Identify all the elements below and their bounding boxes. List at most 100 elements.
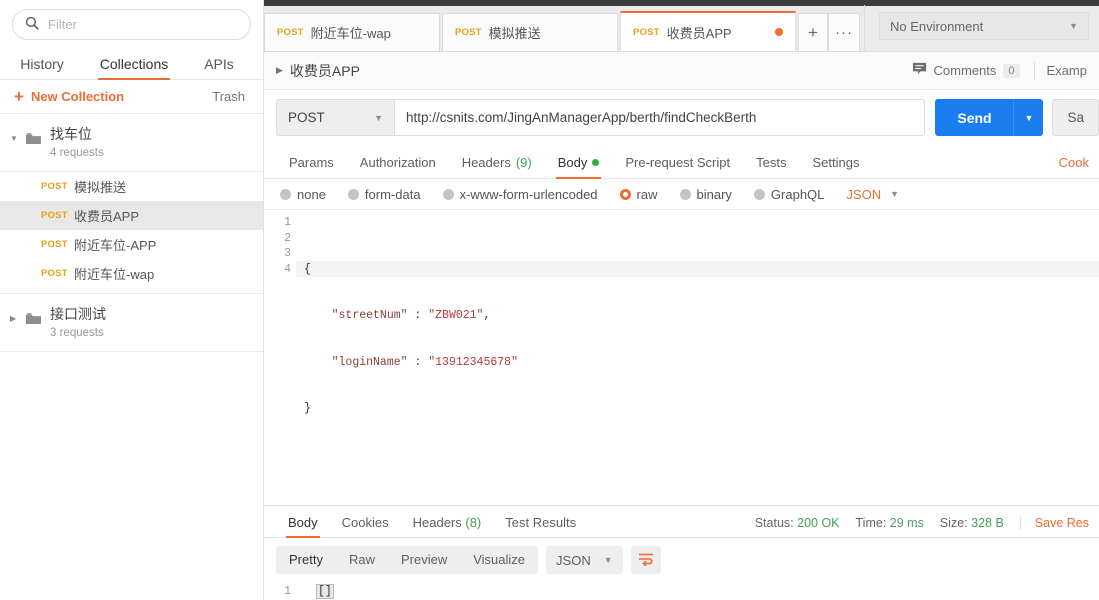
filter-input[interactable] [48,17,238,32]
response-body-text: [] [316,584,334,599]
chevron-down-icon[interactable]: ▼ [10,124,26,143]
code-line-1: { [304,262,1099,278]
open-tab-shoufeiyuanapp[interactable]: POST 收费员APP [620,11,796,51]
status-label: Status: [755,516,794,530]
code-tail: , [483,309,490,322]
breadcrumb-actions: Comments 0 Examp [912,52,1099,90]
body-type-raw[interactable]: raw [620,187,658,202]
sidebar-tab-apis[interactable]: APIs [184,56,254,79]
send-group: Send ▼ [935,99,1043,136]
cookies-link[interactable]: Cook [1049,155,1099,178]
editor-code[interactable]: { "streetNum" : "ZBW021", "loginName" : … [296,210,1099,505]
view-mode-raw[interactable]: Raw [336,546,388,574]
response-stats: Status: 200 OK Time: 29 ms Size: 328 B S… [755,516,1099,537]
code-value: "13912345678" [428,356,518,369]
sidebar-tab-history-label: History [20,56,64,72]
open-tab-monitui[interactable]: POST 模拟推送 [442,13,618,51]
view-mode-visualize[interactable]: Visualize [460,546,538,574]
sidebar-actions: + New Collection Trash [0,80,263,114]
chevron-right-icon[interactable]: ▶ [276,65,283,76]
tab-settings[interactable]: Settings [799,155,872,178]
response-toolbar: Pretty Raw Preview Visualize JSON ▼ [264,538,1099,582]
trash-button[interactable]: Trash [212,89,245,104]
request-method: POST [41,210,74,221]
view-mode-pretty[interactable]: Pretty [276,546,336,574]
new-collection-button[interactable]: + New Collection [14,88,124,105]
sidebar-tab-collections-label: Collections [100,56,168,72]
view-mode-preview[interactable]: Preview [388,546,460,574]
new-tab-button[interactable]: + [798,13,828,51]
tab-tests[interactable]: Tests [743,155,799,178]
response-tab-body[interactable]: Body [276,515,330,537]
http-method-selector[interactable]: POST ▼ [276,99,394,136]
response-format-label: JSON [556,553,591,568]
body-type-raw-label: raw [637,187,658,202]
line-number: 1 [264,584,291,600]
request-item-monitui[interactable]: POST 模拟推送 [0,172,263,201]
body-present-icon [592,159,599,166]
word-wrap-button[interactable] [631,546,661,574]
request-body-editor[interactable]: 1 2 3 4 { "streetNum" : "ZBW021", "login… [264,209,1099,506]
request-method: POST [41,239,74,250]
response-tab-test-results[interactable]: Test Results [493,515,588,537]
sidebar-tab-history[interactable]: History [0,56,84,79]
sidebar-tab-collections[interactable]: Collections [84,56,184,79]
radio-icon [754,189,765,200]
tab-headers[interactable]: Headers (9) [449,155,545,178]
new-collection-label: New Collection [31,89,124,104]
response-format-selector[interactable]: JSON ▼ [546,546,623,574]
collection-tree: ▼ 找车位 4 requests POST 模拟推送 POST 收费员 [0,114,263,600]
url-input[interactable] [406,110,913,125]
body-type-none[interactable]: none [280,187,326,202]
comments-button[interactable]: Comments 0 [912,62,1034,79]
request-item-fujinchewei-wap[interactable]: POST 附近车位-wap [0,259,263,288]
body-type-graphql[interactable]: GraphQL [754,187,824,202]
tab-authorization[interactable]: Authorization [347,155,449,178]
request-item-shoufeiyuanapp[interactable]: POST 收费员APP [0,201,263,230]
open-tab-fujinchewei-wap[interactable]: POST 附近车位-wap [264,13,440,51]
collection-name: 接口测试 [50,304,106,324]
response-tab-cookies[interactable]: Cookies [330,515,401,537]
response-tab-headers[interactable]: Headers (8) [401,515,494,537]
code-key: "loginName" [332,356,408,369]
save-response-button[interactable]: Save Res [1020,516,1099,530]
radio-icon [348,189,359,200]
environment-label: No Environment [890,19,983,34]
tab-options-button[interactable]: ··· [828,13,860,51]
request-name: 模拟推送 [74,177,126,196]
body-type-binary[interactable]: binary [680,187,732,202]
status-stat: Status: 200 OK [755,516,840,530]
collection-meta: 找车位 4 requests [50,124,104,161]
send-button[interactable]: Send [935,99,1013,136]
search-box[interactable] [12,9,251,40]
save-button[interactable]: Sa [1052,99,1099,136]
response-code: [] [296,584,1099,600]
chevron-right-icon[interactable]: ▶ [10,304,26,323]
tab-params-label: Params [289,155,334,170]
response-body[interactable]: 1 [] [264,582,1099,600]
collection-row-zhaochewei[interactable]: ▼ 找车位 4 requests [0,114,263,172]
request-item-fujinchewei-app[interactable]: POST 附近车位-APP [0,230,263,259]
response-tab-cookies-label: Cookies [342,515,389,530]
body-format-selector[interactable]: JSON ▼ [846,187,899,202]
comments-count-badge: 0 [1003,64,1019,78]
environment-selector[interactable]: No Environment ▼ [879,12,1089,40]
radio-icon [280,189,291,200]
unsaved-indicator-icon [775,28,783,36]
response-tab-headers-count: (8) [465,515,481,530]
code-text: { [304,263,311,276]
examples-button[interactable]: Examp [1034,62,1099,80]
collection-count: 4 requests [50,145,104,161]
open-tabs: POST 附近车位-wap POST 模拟推送 POST 收费员APP + ··… [264,5,860,51]
collection-row-jiekoucheshi[interactable]: ▶ 接口测试 3 requests [0,293,263,352]
tab-pre-request-script[interactable]: Pre-request Script [612,155,743,178]
body-type-urlencoded[interactable]: x-www-form-urlencoded [443,187,598,202]
url-field-container[interactable] [394,99,925,136]
tab-body[interactable]: Body [545,155,613,178]
send-options-button[interactable]: ▼ [1013,99,1043,136]
status-value: 200 OK [797,516,839,530]
tab-params[interactable]: Params [276,155,347,178]
body-type-form-data[interactable]: form-data [348,187,421,202]
http-method-label: POST [288,110,325,125]
request-method: POST [41,181,74,192]
